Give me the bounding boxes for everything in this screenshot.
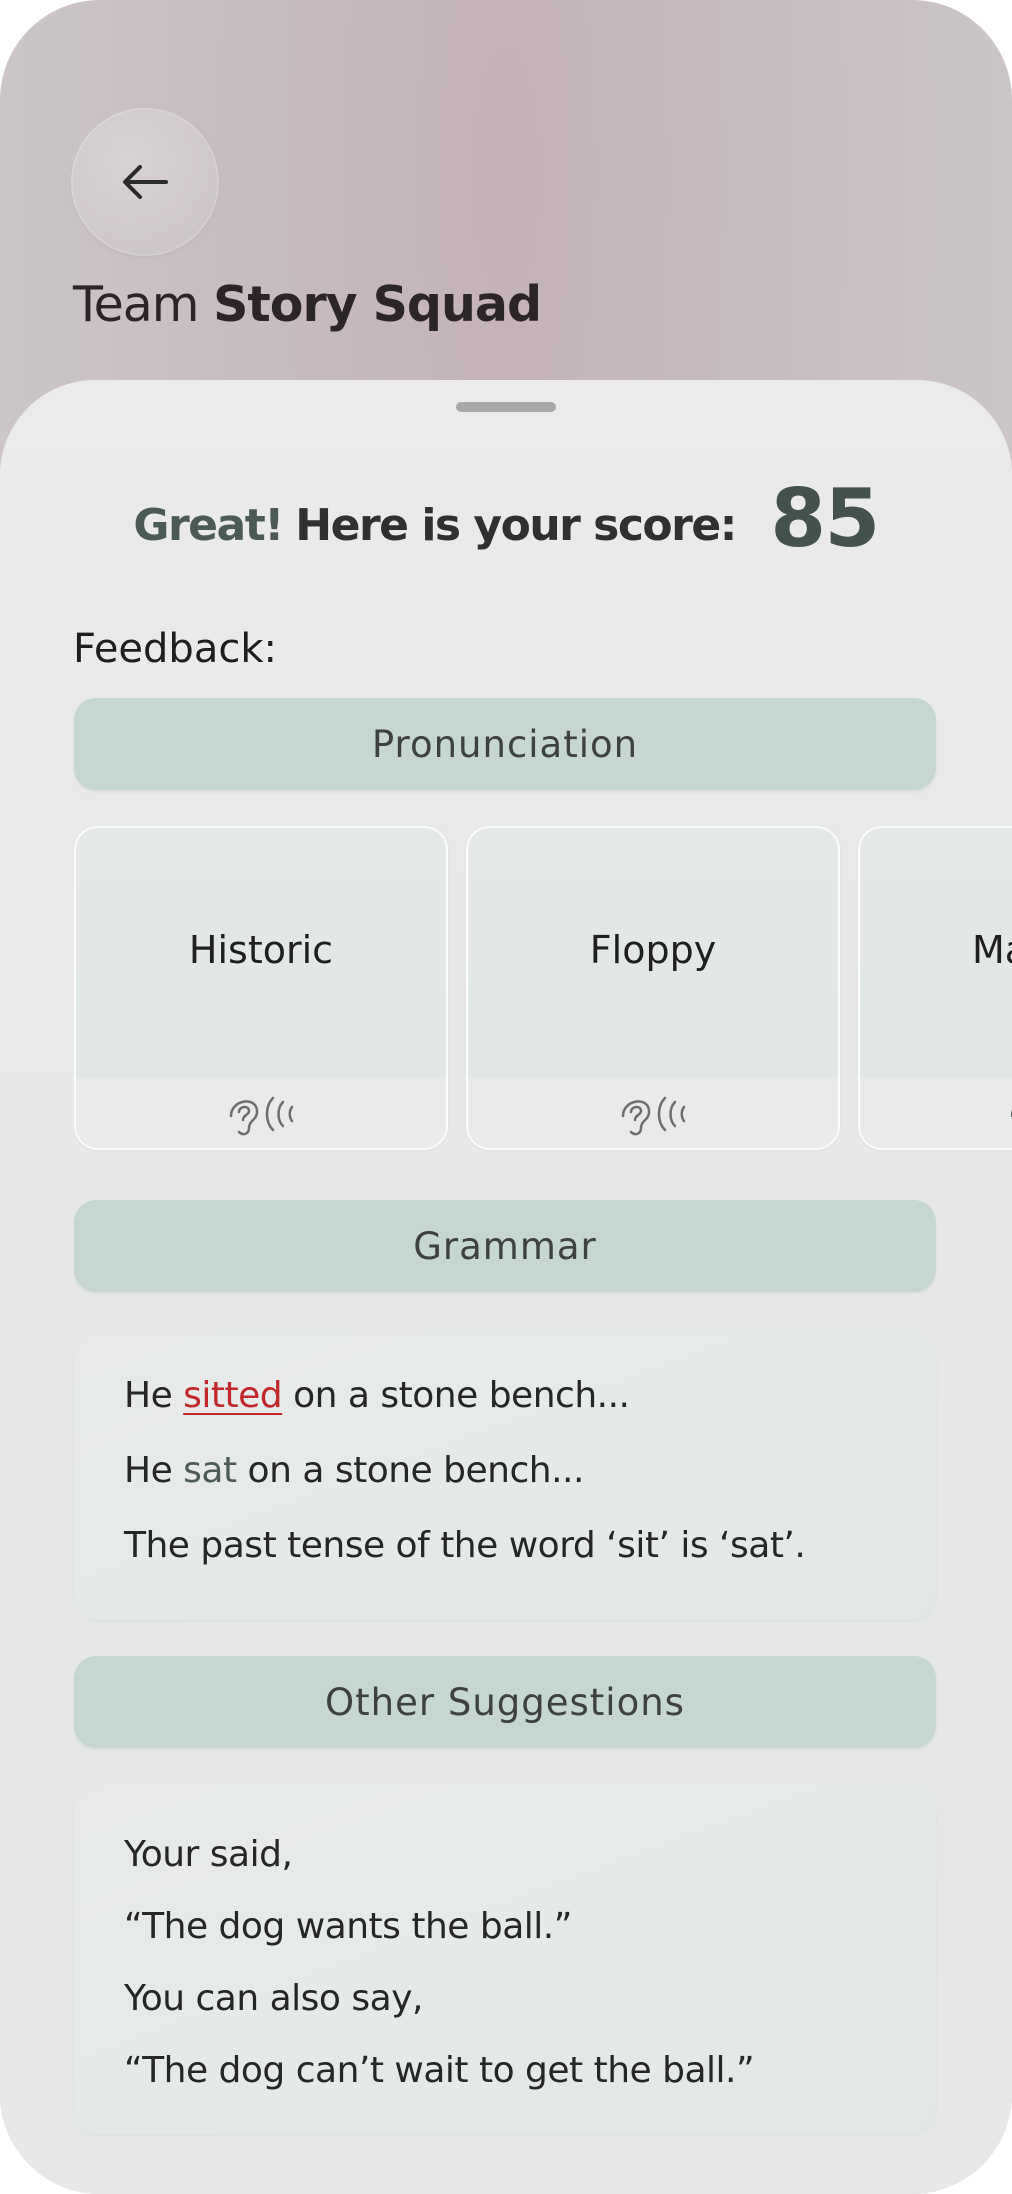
listen-ear-icon bbox=[229, 1096, 294, 1136]
score-exclaim: Great! bbox=[133, 500, 284, 551]
grammar-panel: He sitted on a stone bench... He sat on … bbox=[74, 1330, 936, 1620]
listen-ear-icon bbox=[621, 1096, 686, 1136]
pronunciation-card[interactable]: Floppy bbox=[466, 826, 840, 1150]
arrow-left-icon bbox=[123, 165, 168, 199]
suggestion-line: Your said, bbox=[124, 1834, 293, 1875]
grammar-text: He bbox=[124, 1375, 184, 1416]
grammar-original-line: He sitted on a stone bench... bbox=[124, 1375, 630, 1416]
pronunciation-card[interactable]: Ma bbox=[858, 826, 1012, 1150]
suggestion-line: “The dog can’t wait to get the ball.” bbox=[124, 2050, 755, 2091]
grammar-text: on a stone bench... bbox=[282, 1375, 630, 1416]
listen-button[interactable] bbox=[76, 1078, 446, 1148]
score-line: Great! Here is your score: 85 bbox=[0, 472, 1012, 565]
pronunciation-word: Floppy bbox=[589, 928, 717, 972]
grammar-text: He bbox=[124, 1450, 184, 1491]
grammar-correct-word: sat bbox=[183, 1450, 237, 1491]
pronunciation-card[interactable]: Historic bbox=[74, 826, 448, 1150]
other-suggestions-panel: Your said, “The dog wants the ball.” You… bbox=[74, 1784, 936, 2134]
back-button[interactable] bbox=[73, 110, 217, 254]
listen-button[interactable] bbox=[468, 1078, 838, 1148]
team-name: Story Squad bbox=[213, 276, 542, 333]
score-label: Here is your score: bbox=[295, 500, 737, 551]
grammar-corrected-line: He sat on a stone bench... bbox=[124, 1450, 584, 1491]
phone-screen: Team Story Squad Great! Here is your sco… bbox=[0, 0, 1012, 2194]
grammar-explanation: The past tense of the word ‘sit’ is ‘sat… bbox=[124, 1525, 806, 1566]
sheet-drag-handle[interactable] bbox=[456, 402, 556, 412]
team-title: Team Story Squad bbox=[73, 276, 542, 333]
suggestion-line: You can also say, bbox=[124, 1978, 423, 2019]
grammar-error-word: sitted bbox=[183, 1375, 283, 1416]
pronunciation-word: Historic bbox=[188, 928, 334, 972]
section-header-other-suggestions: Other Suggestions bbox=[74, 1656, 936, 1748]
section-header-pronunciation: Pronunciation bbox=[74, 698, 936, 790]
feedback-sheet: Great! Here is your score: 85 Feedback: … bbox=[0, 380, 1012, 2194]
listen-button[interactable] bbox=[860, 1078, 1012, 1148]
pronunciation-cards[interactable]: Historic Floppy M bbox=[74, 826, 1012, 1152]
listen-ear-icon bbox=[1010, 1109, 1012, 1118]
team-prefix: Team bbox=[73, 276, 200, 333]
score-value: 85 bbox=[770, 472, 880, 565]
grammar-text: on a stone bench... bbox=[236, 1450, 585, 1491]
pronunciation-word: Ma bbox=[972, 928, 1012, 972]
section-header-grammar: Grammar bbox=[74, 1200, 936, 1292]
feedback-label: Feedback: bbox=[73, 626, 277, 672]
suggestion-line: “The dog wants the ball.” bbox=[124, 1906, 572, 1947]
